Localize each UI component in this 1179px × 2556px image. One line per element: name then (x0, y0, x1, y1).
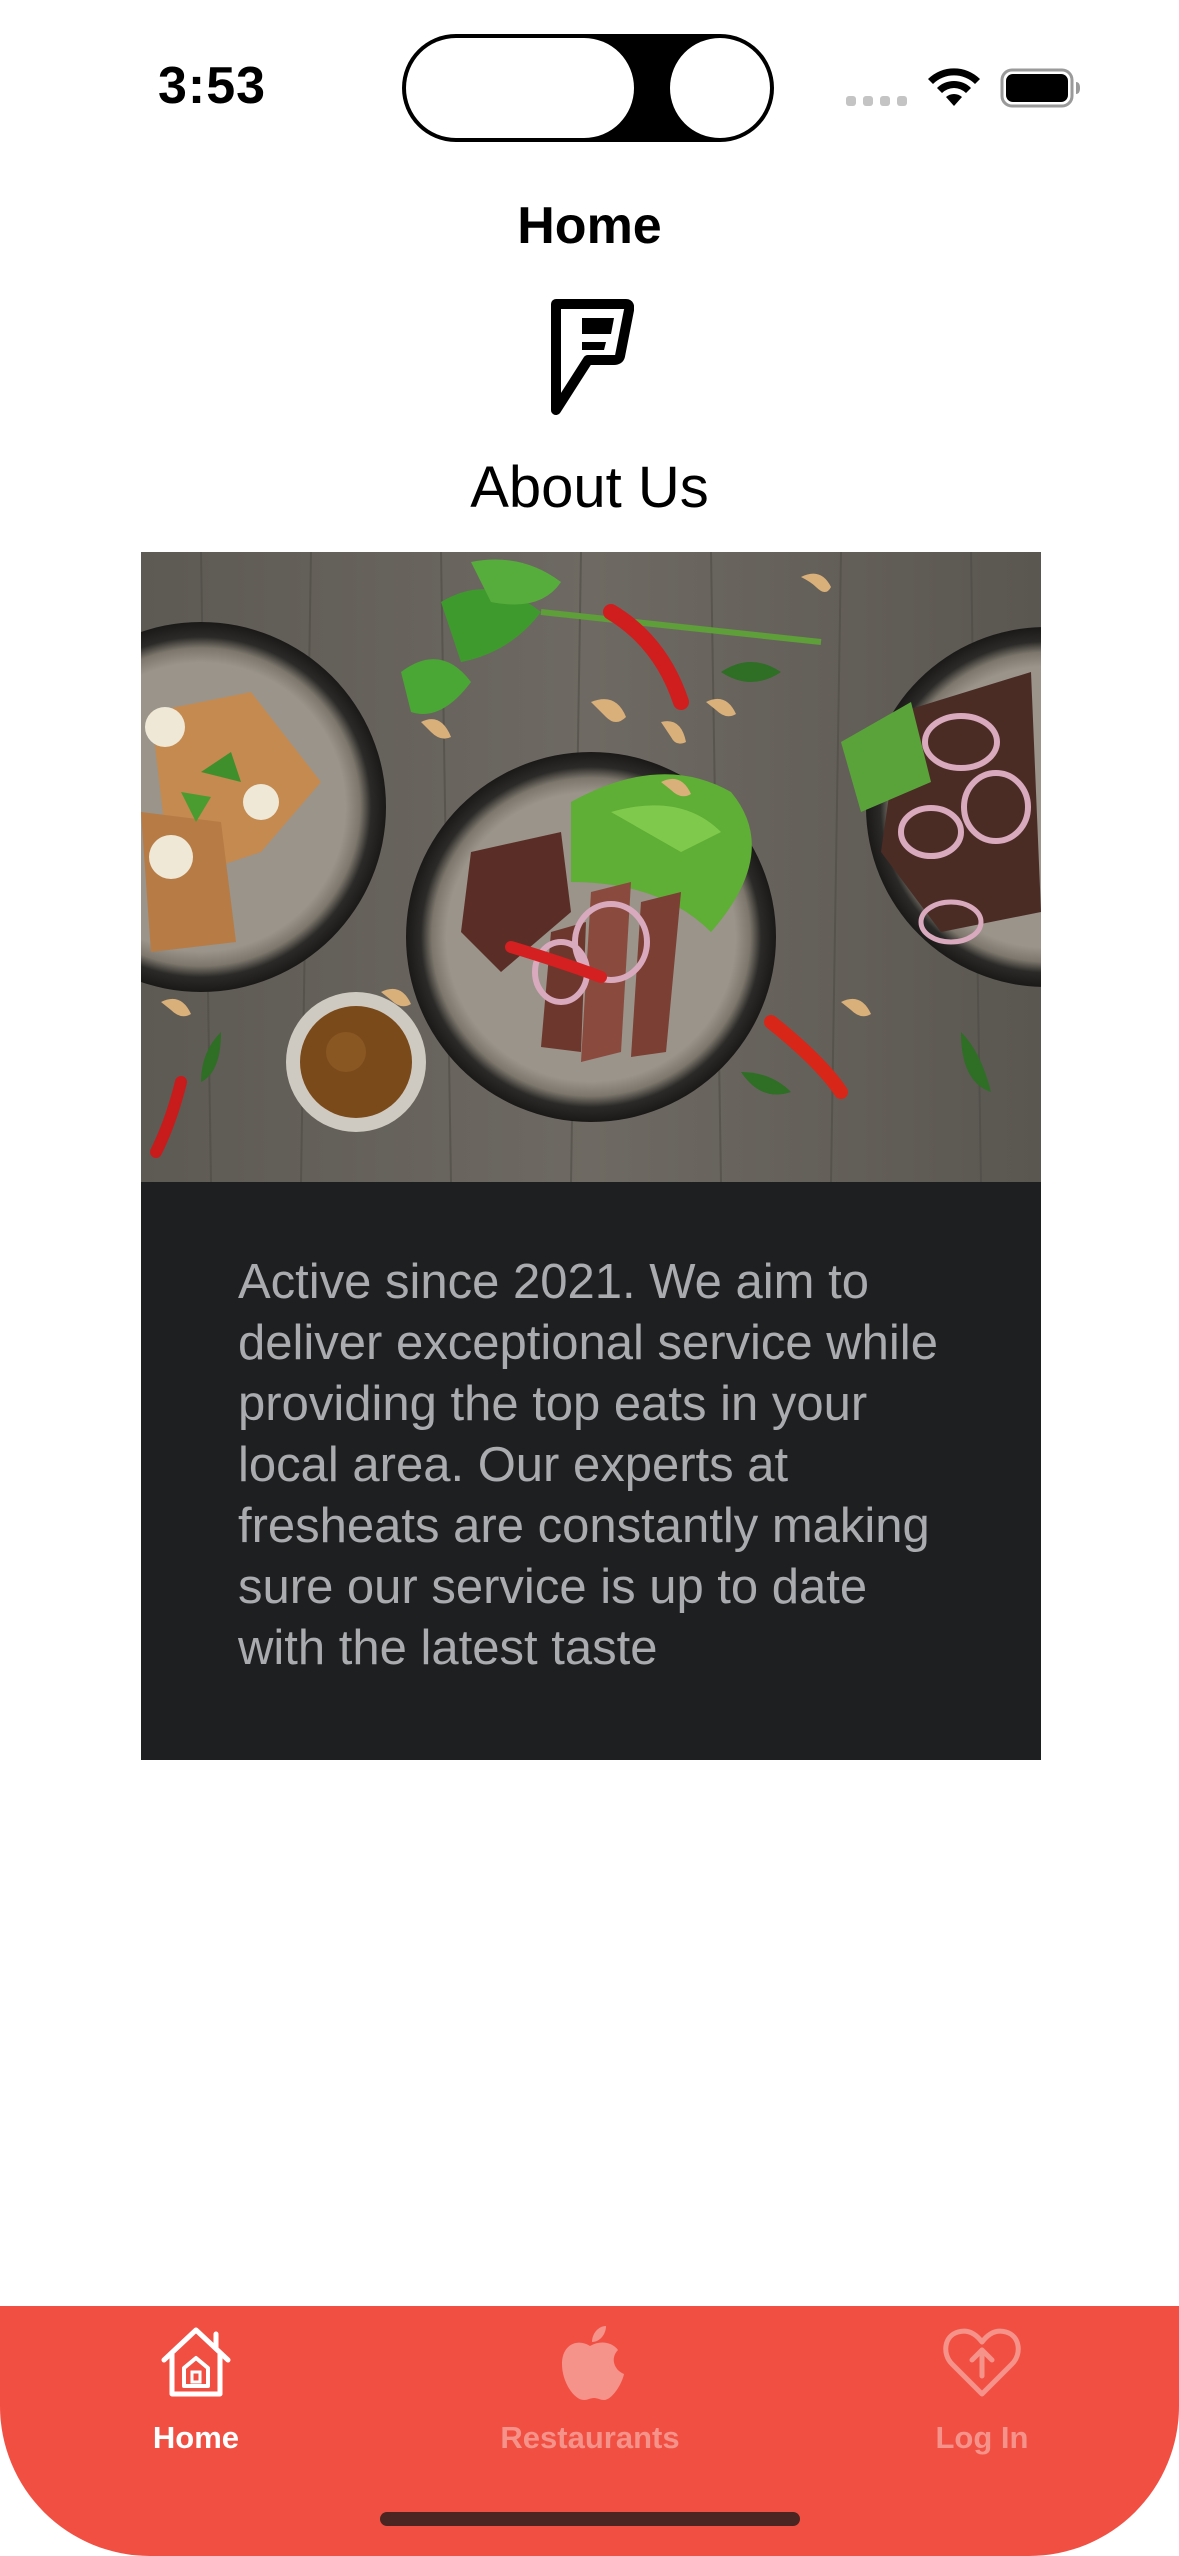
heart-upload-icon (943, 2328, 1021, 2397)
screen: 3:53 Home About Us Active since 2021. We… (0, 0, 1179, 2556)
tab-log-in-label: Log In (935, 2420, 1029, 2455)
cellular-signal-icon (846, 96, 907, 106)
about-card: Active since 2021. We aim to deliver exc… (141, 1182, 1041, 1760)
home-indicator (380, 2512, 800, 2526)
battery-icon (1000, 68, 1080, 108)
about-description: Active since 2021. We aim to deliver exc… (238, 1255, 938, 1675)
apple-icon (562, 2326, 624, 2400)
food-platters-image (141, 552, 1041, 1182)
tab-home[interactable]: Home (46, 2306, 346, 2466)
house-icon (161, 2327, 231, 2397)
dynamic-island-dot (670, 38, 770, 138)
about-heading: About Us (470, 455, 709, 520)
dynamic-island-pill (406, 38, 634, 138)
page-title: Home (517, 197, 662, 255)
wifi-icon (928, 68, 980, 106)
tab-restaurants[interactable]: Restaurants (440, 2306, 740, 2466)
tab-log-in[interactable]: Log In (832, 2306, 1132, 2466)
foursquare-f-icon (551, 299, 634, 415)
tab-home-label: Home (152, 2420, 240, 2455)
tab-restaurants-label: Restaurants (500, 2420, 680, 2455)
status-time: 3:53 (158, 57, 267, 115)
